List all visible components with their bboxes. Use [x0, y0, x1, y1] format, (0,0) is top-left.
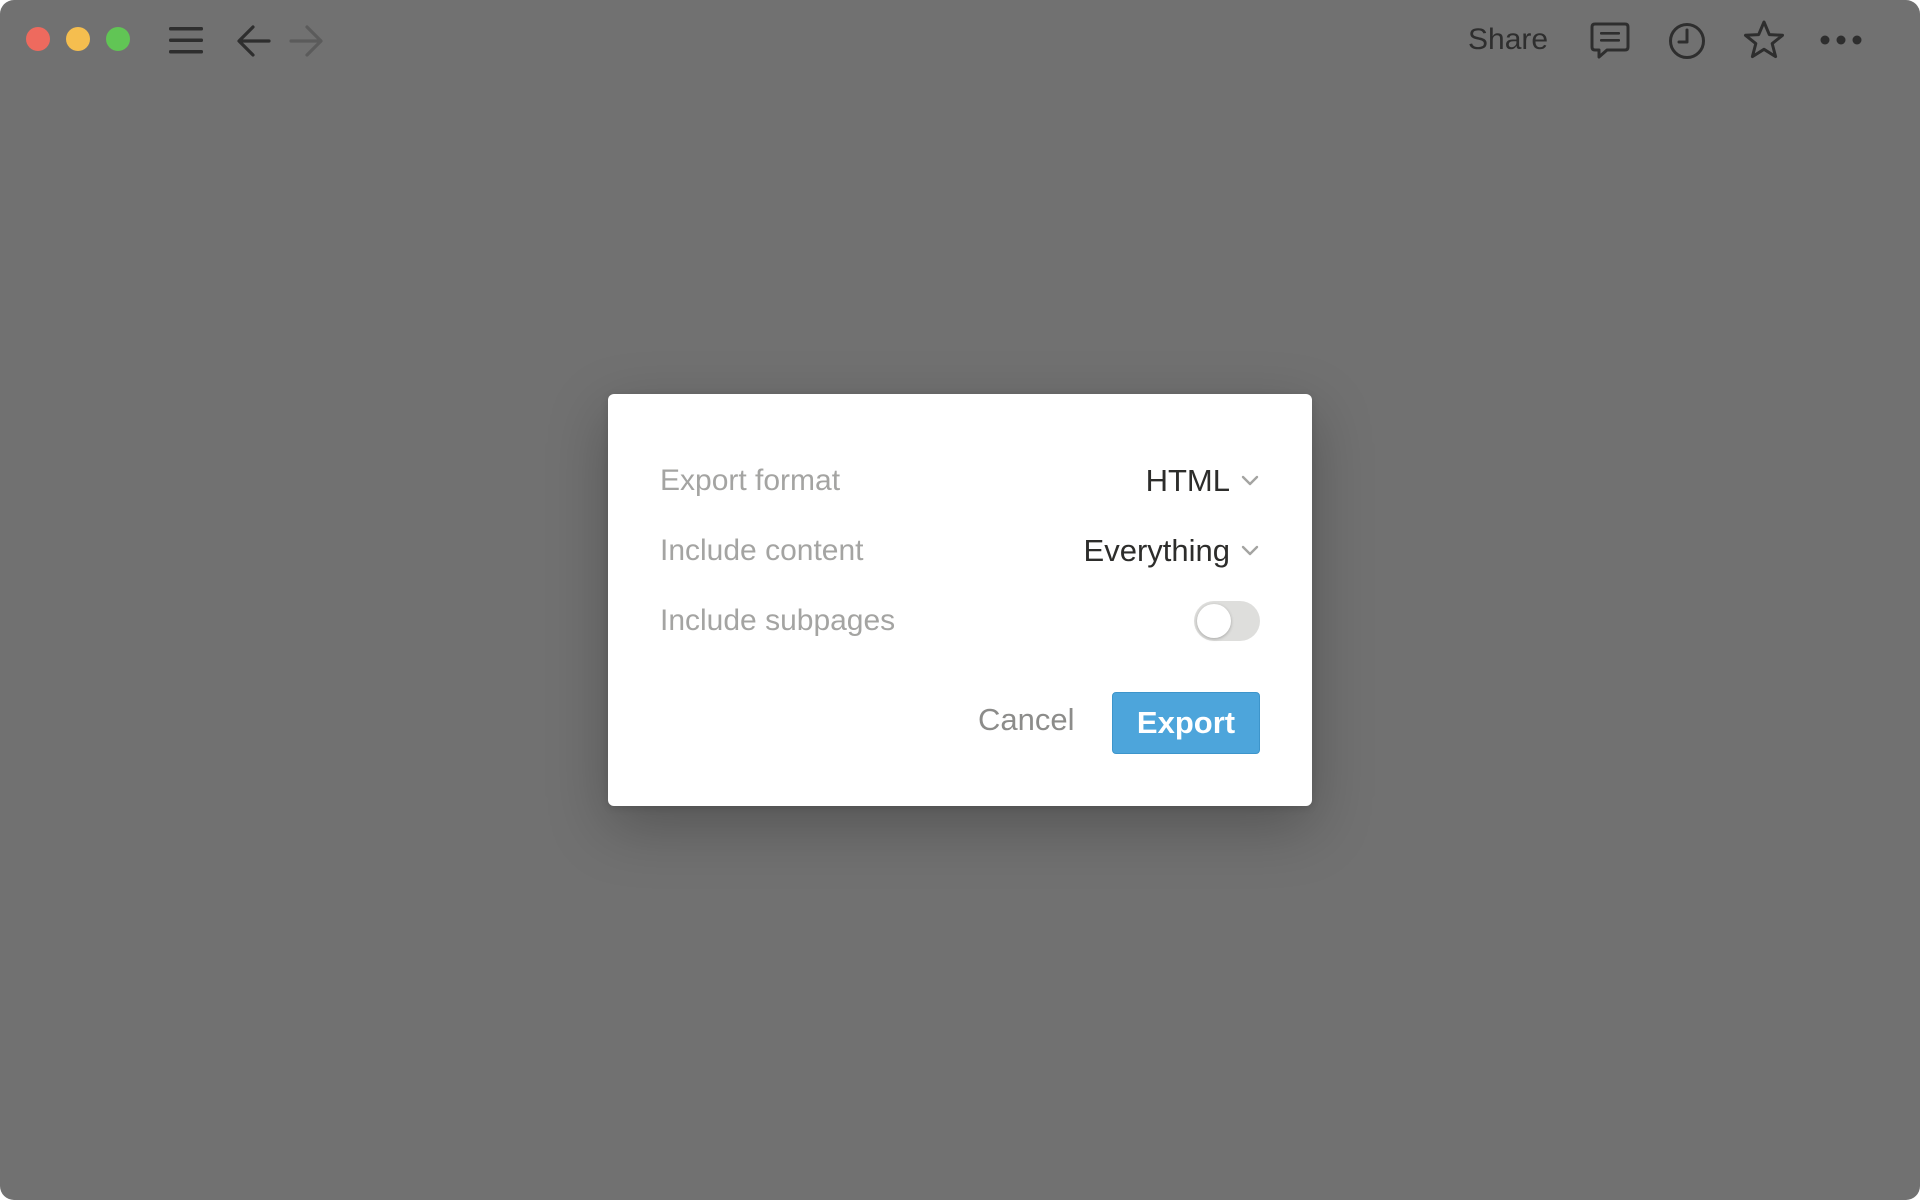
include-subpages-label: Include subpages — [660, 604, 896, 637]
include-content-label: Include content — [660, 534, 864, 567]
arrow-right-icon[interactable] — [286, 22, 326, 60]
window-minimize-button[interactable] — [66, 27, 90, 51]
hamburger-icon[interactable] — [166, 22, 206, 58]
star-icon[interactable] — [1742, 18, 1786, 62]
export-format-row: Export format HTML — [660, 456, 1260, 506]
app-window: Share Export format HTML Include content… — [0, 0, 1920, 1200]
arrow-left-icon[interactable] — [234, 22, 274, 60]
export-dialog: Export format HTML Include content Every… — [608, 394, 1312, 806]
title-bar: Share — [0, 0, 1920, 80]
export-format-label: Export format — [660, 464, 841, 497]
export-format-value: HTML — [1145, 463, 1230, 498]
window-maximize-button[interactable] — [106, 27, 130, 51]
include-subpages-toggle[interactable] — [1194, 601, 1260, 641]
include-content-value: Everything — [1083, 533, 1230, 568]
include-content-row: Include content Everything — [660, 526, 1260, 576]
chevron-down-icon — [1240, 544, 1260, 558]
clock-icon[interactable] — [1666, 20, 1708, 62]
comment-icon[interactable] — [1588, 20, 1632, 62]
include-content-select[interactable]: Everything — [1084, 533, 1260, 569]
share-button[interactable]: Share — [1468, 22, 1548, 58]
export-format-select[interactable]: HTML — [1146, 463, 1260, 499]
chevron-down-icon — [1240, 474, 1260, 488]
export-button[interactable]: Export — [1112, 692, 1260, 754]
ellipsis-icon[interactable] — [1818, 30, 1864, 50]
toggle-knob — [1197, 604, 1231, 638]
cancel-button[interactable]: Cancel — [978, 692, 1075, 748]
window-close-button[interactable] — [26, 27, 50, 51]
include-subpages-row: Include subpages — [660, 596, 1260, 646]
